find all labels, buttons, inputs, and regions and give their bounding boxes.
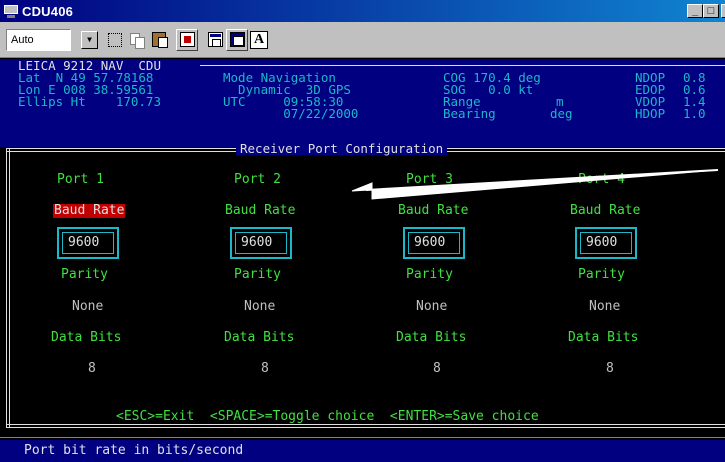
minimize-button[interactable]: _ [687, 4, 703, 18]
mark-icon [108, 32, 122, 47]
arrow-icon [351, 169, 719, 200]
font-icon: A [250, 30, 268, 49]
mark-button[interactable] [104, 29, 126, 51]
fullscreen-icon [179, 32, 195, 47]
properties-icon [207, 32, 223, 47]
properties-button[interactable] [204, 29, 226, 51]
copy-button[interactable] [126, 29, 148, 51]
status-divider [0, 437, 725, 438]
toolbar: Auto ▼ A [0, 22, 725, 58]
close-button[interactable]: x [721, 4, 725, 18]
status-bar: Port bit rate in bits/second [0, 440, 725, 462]
background-button[interactable] [226, 28, 248, 51]
arrow-shaft [365, 169, 719, 191]
background-icon [229, 32, 245, 47]
title-bar[interactable]: CDU406 _ □ x [0, 0, 725, 22]
terminal-screen[interactable]: LEICA 9212 NAV CDU Lat N 49 57.78168 Lon… [0, 59, 725, 462]
font-button[interactable]: A [248, 29, 270, 51]
font-size-combo[interactable]: Auto [6, 28, 71, 51]
annotation-arrow [351, 169, 719, 200]
copy-icon [129, 32, 145, 49]
fullscreen-button[interactable] [176, 28, 198, 51]
font-size-value: Auto [11, 33, 34, 46]
maximize-button[interactable]: □ [703, 4, 719, 18]
paste-icon [152, 32, 168, 48]
window-title: CDU406 [22, 3, 74, 19]
computer-icon[interactable] [3, 4, 19, 18]
paste-button[interactable] [148, 29, 170, 51]
chevron-down-icon[interactable]: ▼ [81, 30, 98, 49]
